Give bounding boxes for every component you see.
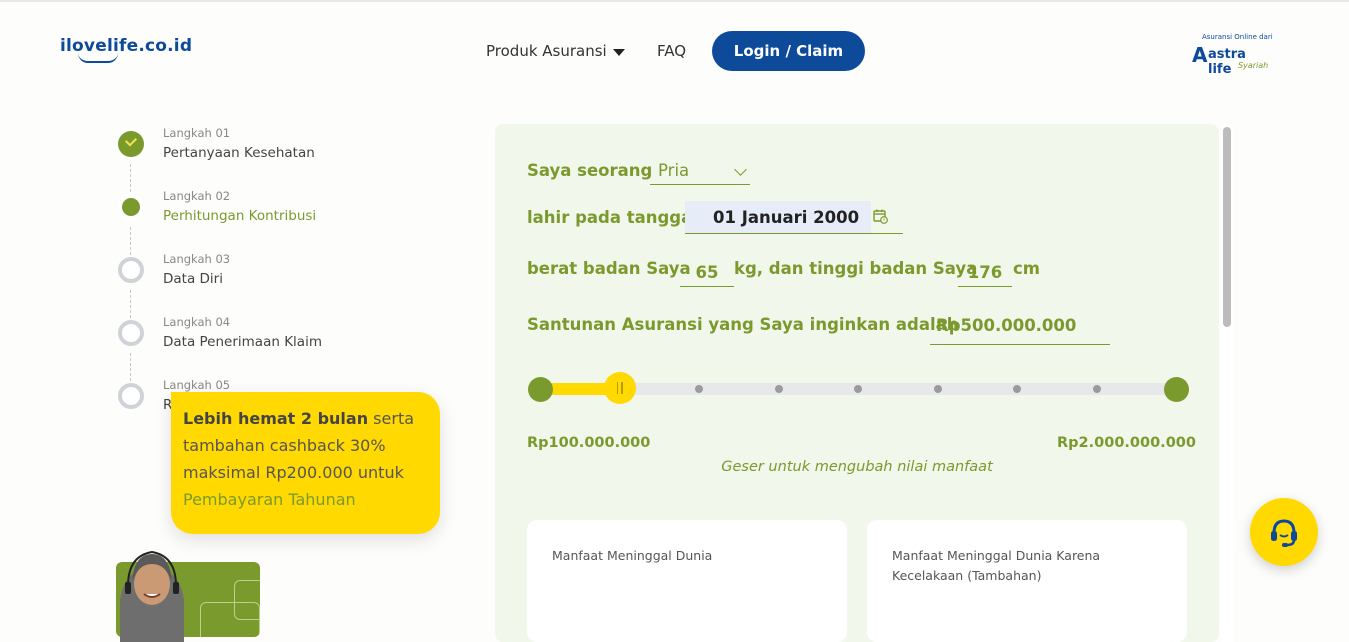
decor-line [234,580,260,620]
grip-line [616,382,618,394]
step-number: Langkah 03 [163,252,231,266]
pending-step-icon [118,257,144,283]
step-number: Langkah 05 [163,378,231,392]
benefit-card-title: Manfaat Meninggal Dunia [552,548,713,563]
step-title: Data Penerimaan Klaim [163,334,322,350]
agent-avatar [120,550,184,642]
step-title: Perhitungan Kontribusi [163,208,317,224]
benefit-card: Manfaat Meninggal Dunia Karena Kecelakaa… [867,520,1187,642]
step-number: Langkah 04 [163,315,231,329]
headset-icon [1271,519,1297,547]
sum-question: Santunan Asuransi yang Saya inginkan ada… [527,315,959,334]
promo-highlight: Pembayaran Tahunan [183,490,356,509]
slider-handle[interactable] [603,372,636,404]
promo-bold: Lebih hemat 2 bulan [183,409,369,428]
nav-produk-asuransi[interactable]: Produk Asuransi [486,42,625,60]
step-number: Langkah 02 [163,189,231,203]
slider-end-point[interactable] [1163,377,1189,402]
slider-step-dot[interactable] [1092,385,1101,393]
nav-faq[interactable]: FAQ [657,42,686,60]
benefit-card: Manfaat Meninggal Dunia [527,520,847,642]
birth-question: lahir pada tanggal [527,208,698,227]
brand-a-mark: A [1192,43,1208,67]
pending-step-icon [118,383,144,409]
slider-step-dot[interactable] [774,385,783,393]
slider-step-dot[interactable] [1013,385,1021,393]
weight-question: berat badan Saya [527,259,691,278]
height-question: kg, dan tinggi badan Saya [734,259,978,278]
step-connector [130,227,131,255]
step-title: Data Diri [163,271,223,287]
nav-produk-label: Produk Asuransi [486,42,607,60]
login-claim-button[interactable]: Login / Claim [712,31,865,71]
height-unit: cm [1013,259,1040,278]
grip-line [621,382,623,394]
calendar-icon[interactable] [873,209,888,224]
chat-support-button[interactable] [1250,498,1318,566]
active-step-icon [118,194,144,220]
height-input[interactable]: 176 [958,257,1012,287]
step-title: Pertanyaan Kesehatan [163,145,315,161]
step-connector [130,290,131,318]
gender-question: Saya seorang [527,161,653,180]
benefit-card-title: Manfaat Meninggal Dunia Karena Kecelakaa… [892,548,1101,583]
slider-max-label: Rp2.000.000.000 [1057,435,1196,451]
sum-assured-input[interactable]: Rp500.000.000 [930,312,1110,345]
check-icon [118,131,144,157]
astra-life-logo[interactable]: Asuransi Online dari A astra life Syaria… [1190,33,1273,77]
caret-down-icon [612,48,625,56]
logo-smile [78,53,118,63]
slider-min-label: Rp100.000.000 [527,435,651,451]
step-connector [130,353,131,381]
slider-hint: Geser untuk mengubah nilai manfaat [721,459,993,475]
brand-tagline: Asuransi Online dari [1202,33,1273,41]
scrollbar-thumb[interactable] [1223,127,1231,327]
promo-bubble: Lebih hemat 2 bulan serta tambahan cashb… [171,392,440,534]
slider-step-dot[interactable] [933,385,942,393]
slider-step-dot[interactable] [854,385,862,393]
step-connector [130,164,131,192]
slider-step-dot[interactable] [695,385,703,393]
pending-step-icon [118,320,144,346]
step-number: Langkah 01 [163,126,231,140]
slider-start-point[interactable] [527,377,553,402]
weight-input[interactable]: 65 [680,257,734,287]
top-divider [0,0,1349,2]
birth-date-value[interactable]: 01 Januari 2000 [713,208,859,227]
brand-sub: Syariah [1238,61,1269,70]
